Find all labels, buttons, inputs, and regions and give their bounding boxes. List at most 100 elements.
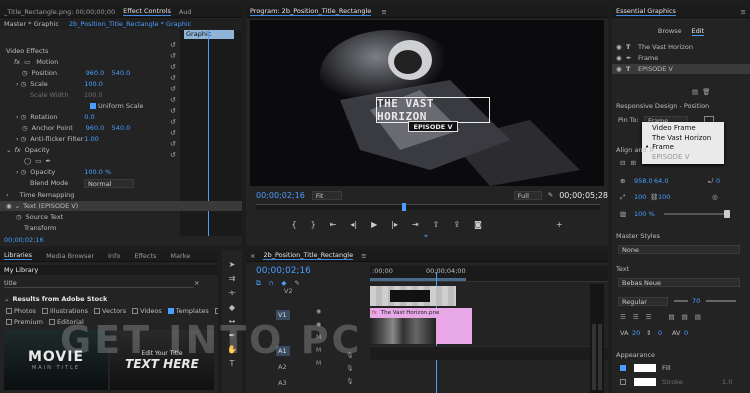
wrench-icon[interactable]: ✎	[548, 191, 553, 199]
track-select-icon[interactable]: ⇉	[229, 274, 236, 283]
program-scrub-bar[interactable]	[256, 203, 600, 211]
filter-premium[interactable]: Premium	[6, 318, 43, 326]
title-box[interactable]: THE VAST HORIZON	[376, 97, 490, 123]
zoom-fit-select[interactable]: Fit	[311, 190, 342, 200]
mark-in-icon[interactable]: {	[291, 220, 296, 229]
stroke-row[interactable]: Stroke 1.0	[612, 377, 750, 387]
menu-item-video-frame[interactable]: Video Frame	[642, 124, 724, 134]
panel-menu-icon[interactable]: ≡	[381, 8, 386, 16]
effect-timecode[interactable]: 00;00;02;16	[4, 236, 44, 244]
slip-tool-icon[interactable]: ↔	[229, 317, 236, 326]
opacity-row[interactable]: › ◷ Opacity 100.0 %	[0, 167, 242, 177]
justify-icon[interactable]: ▤	[668, 313, 674, 321]
rectangle-mask-icon[interactable]: ▭	[35, 157, 41, 165]
visibility-eye-icon[interactable]: ◉	[6, 202, 12, 210]
filter-editorial[interactable]: Editorial	[48, 318, 84, 326]
opacity-slider[interactable]	[664, 210, 730, 218]
stopwatch-icon[interactable]: ◷	[16, 213, 22, 221]
uniform-scale-row[interactable]: Uniform Scale	[0, 101, 242, 111]
mute-icon[interactable]: M	[316, 347, 321, 354]
layer-item-selected[interactable]: ◉ T EPISODE V	[612, 64, 750, 74]
opacity-slider-thumb[interactable]	[724, 210, 730, 218]
program-timecode[interactable]: 00;00;02;16	[256, 191, 312, 200]
filter-videos-checkbox[interactable]	[132, 308, 139, 314]
position-x-value[interactable]: 960.0	[86, 69, 112, 77]
scale-value[interactable]: 100.0	[84, 80, 103, 88]
stroke-checkbox[interactable]	[620, 379, 626, 385]
filter-photos-checkbox[interactable]	[6, 308, 12, 314]
eg-rotation[interactable]: 0	[716, 177, 720, 185]
track-header-v2[interactable]: V2	[276, 286, 368, 296]
go-to-in-icon[interactable]: ⇤	[330, 220, 337, 229]
stroke-value[interactable]: 1.0	[722, 378, 732, 386]
expand-chevron-icon[interactable]: ›	[6, 191, 9, 199]
justify-center-icon[interactable]: ▤	[682, 313, 688, 321]
layer-item[interactable]: ◉ ✒ Frame	[612, 53, 750, 63]
visibility-eye-icon[interactable]: ◉	[616, 43, 626, 51]
lift-icon[interactable]: ⇧	[433, 220, 440, 229]
expand-chevron-icon[interactable]: ›	[16, 113, 19, 121]
filter-photos[interactable]: Photos	[6, 307, 36, 315]
filter-vectors-checkbox[interactable]	[94, 308, 101, 314]
filter-templates[interactable]: Templates	[167, 307, 209, 315]
delete-icon[interactable]: 🗑	[702, 88, 710, 96]
blend-mode-select[interactable]: Normal	[84, 178, 134, 188]
episode-badge[interactable]: EPISODE V	[408, 121, 458, 132]
motion-icon[interactable]: ▭	[24, 58, 30, 66]
leading-value[interactable]: 0	[658, 329, 672, 337]
tracking-value[interactable]: 20	[632, 329, 646, 337]
align-left-icon[interactable]: ☰	[620, 313, 626, 321]
mute-icon[interactable]: M	[316, 360, 321, 367]
pen-mask-icon[interactable]: ✒	[45, 157, 50, 165]
scrub-playhead[interactable]	[402, 203, 406, 211]
filter-illustrations[interactable]: Illustrations	[41, 307, 88, 315]
anchor-point-icon[interactable]: ◎	[712, 193, 718, 201]
position-row[interactable]: ◷ Position 960.0 540.0	[0, 68, 242, 78]
clip-v3-graphic[interactable]	[370, 286, 456, 306]
timeline-ruler[interactable]: :00;00 00;00;04;00	[370, 266, 608, 282]
microphone-icon[interactable]: 🎙	[346, 352, 354, 359]
go-to-out-icon[interactable]: ⇥	[412, 220, 419, 229]
hand-tool-icon[interactable]: ✋	[227, 345, 237, 354]
track-header-a1[interactable]: A1	[276, 346, 290, 356]
track-header-a3[interactable]: A3	[276, 378, 368, 388]
clip-title-pink[interactable]: fx The Vast Horizon.pne	[370, 308, 472, 318]
align-horizontal-center-icon[interactable]: ⊞	[630, 159, 635, 167]
eg-scale-w[interactable]: 100	[634, 193, 650, 201]
selection-tool-icon[interactable]: ➤	[229, 260, 236, 269]
visibility-eye-icon[interactable]: ◉	[616, 54, 626, 62]
filter-3d-checkbox[interactable]	[214, 308, 218, 314]
close-icon[interactable]: ×	[250, 252, 255, 260]
opacity-header-row[interactable]: ⌄ fx Opacity	[0, 145, 242, 155]
expand-chevron-icon[interactable]: ›	[16, 80, 19, 88]
work-area-bar[interactable]	[370, 278, 466, 281]
text-layer-row[interactable]: ◉ ⌄ Text (EPISODE V)	[0, 201, 242, 211]
font-size-value[interactable]: 70	[692, 297, 700, 305]
mark-out-icon[interactable]: }	[311, 220, 316, 229]
tab-effect-controls[interactable]: Effect Controls	[123, 7, 171, 16]
stopwatch-icon[interactable]: ◷	[21, 168, 27, 176]
visibility-eye-icon[interactable]: ◉	[316, 321, 321, 328]
tab-essential-graphics[interactable]: Essential Graphics	[616, 7, 676, 16]
razor-tool-icon[interactable]: ◆	[229, 303, 235, 312]
align-vertical-center-icon[interactable]: ⊟	[620, 159, 625, 167]
rotation-row[interactable]: › ◷ Rotation 0.0	[0, 112, 242, 122]
track-header-a2[interactable]: A2	[276, 362, 368, 372]
visibility-eye-icon[interactable]: ◉	[616, 65, 626, 73]
font-size-track[interactable]	[706, 300, 737, 302]
tracking-row[interactable]: VA 20 ⇕ 0 AV 0	[612, 328, 750, 338]
tab-edit[interactable]: Edit	[691, 27, 705, 36]
timeline-timecode[interactable]: 00;00;02;16	[256, 266, 311, 276]
type-tool-icon[interactable]: T	[230, 359, 235, 368]
panel-menu-icon[interactable]: ≡	[361, 252, 366, 260]
visibility-eye-icon[interactable]: ◉	[316, 308, 321, 315]
eg-scale-h[interactable]: 100	[658, 193, 712, 201]
pen-tool-icon[interactable]: ✒	[229, 331, 236, 340]
safe-margin-icon[interactable]: ⌖	[424, 232, 428, 241]
library-search-input[interactable]: title	[4, 279, 194, 288]
microphone-icon[interactable]: 🎙	[346, 365, 354, 372]
filter-vectors[interactable]: Vectors	[94, 307, 126, 315]
fill-checkbox[interactable]	[620, 365, 626, 371]
tab-libraries[interactable]: Libraries	[4, 251, 33, 260]
fill-swatch[interactable]	[634, 364, 656, 372]
